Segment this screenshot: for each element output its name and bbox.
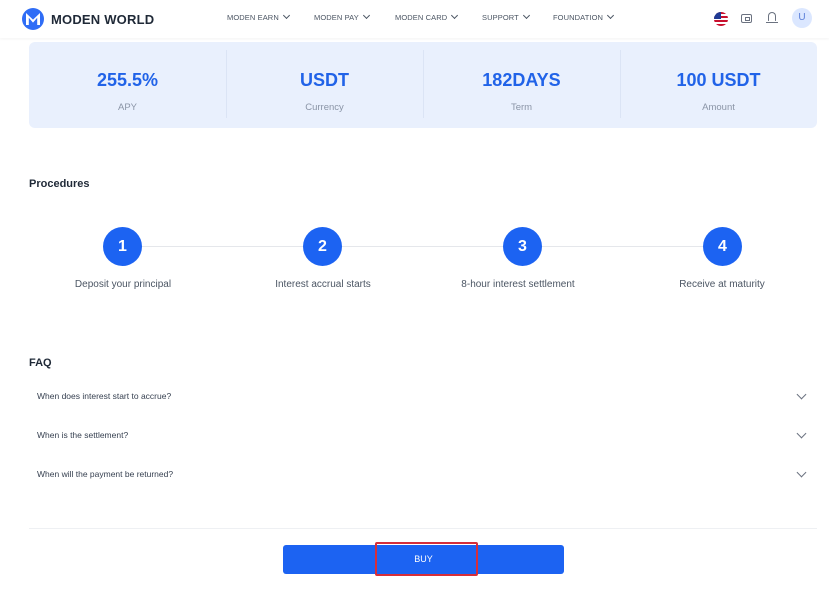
nav-support[interactable]: SUPPORT — [482, 11, 530, 22]
nav-support-label: SUPPORT — [482, 13, 519, 22]
stat-value: USDT — [300, 70, 349, 90]
chevron-down-icon — [522, 11, 530, 20]
procedures-title: Procedures — [29, 178, 90, 190]
nav-moden-pay-label: MODEN PAY — [314, 13, 359, 22]
nav-moden-card[interactable]: MODEN CARD — [395, 11, 459, 22]
stat-amount: 100 USDT Amount — [620, 42, 817, 128]
wallet-icon[interactable] — [741, 14, 752, 23]
chevron-down-icon[interactable] — [796, 467, 807, 478]
faq-item[interactable]: When does interest start to accrue? — [29, 379, 817, 417]
step-connector — [342, 246, 503, 247]
faq-item[interactable]: When is the settlement? — [29, 418, 817, 456]
stat-currency: USDT Currency — [226, 42, 423, 128]
stat-label: APY — [117, 102, 137, 113]
us-flag-icon[interactable] — [714, 12, 728, 26]
chevron-down-icon — [606, 11, 615, 20]
stat-label: Currency — [305, 102, 344, 113]
faq-question: When is the settlement? — [37, 430, 129, 440]
brand-name: MODEN WORLD — [51, 11, 155, 27]
faq-question: When does interest start to accrue? — [37, 391, 172, 401]
nav-moden-earn[interactable]: MODEN EARN — [227, 11, 290, 22]
divider — [29, 528, 817, 529]
faq-question: When will the payment be returned? — [37, 469, 174, 479]
product-stats-card: 255.5% APY USDT Currency 182DAYS Term 10… — [29, 42, 817, 128]
step-number-4: 4 — [703, 227, 742, 266]
stat-label: Term — [510, 102, 533, 113]
chevron-down-icon[interactable] — [796, 428, 807, 439]
brand-logo[interactable]: MODEN WORLD — [22, 8, 154, 30]
chevron-down-icon[interactable] — [796, 389, 807, 400]
step-number-1: 1 — [103, 227, 142, 266]
step-label-2: Interest accrual starts — [275, 279, 371, 290]
nav-moden-card-label: MODEN CARD — [395, 13, 448, 22]
stat-value: 182DAYS — [482, 70, 561, 90]
step-label-1: Deposit your principal — [74, 279, 172, 290]
avatar[interactable]: U — [792, 8, 812, 28]
chevron-down-icon — [451, 11, 459, 20]
logo-icon — [22, 8, 44, 30]
buy-button[interactable]: BUY — [283, 545, 564, 574]
top-header: MODEN WORLD MODEN EARN MODEN PAY MODEN C… — [0, 0, 829, 38]
stat-value: 255.5% — [96, 70, 159, 90]
stat-term: 182DAYS Term — [423, 42, 620, 128]
nav-moden-pay[interactable]: MODEN PAY — [314, 11, 370, 22]
stat-value: 100 USDT — [676, 70, 761, 90]
chevron-down-icon — [282, 11, 290, 20]
faq-title: FAQ — [29, 357, 52, 369]
step-number-3: 3 — [503, 227, 542, 266]
bell-icon[interactable] — [766, 12, 778, 23]
step-label-4: Receive at maturity — [679, 279, 765, 290]
nav-foundation[interactable]: FOUNDATION — [553, 11, 615, 22]
stat-label: Amount — [702, 102, 735, 113]
stat-apy: 255.5% APY — [29, 42, 226, 128]
faq-item[interactable]: When will the payment be returned? — [29, 457, 817, 495]
step-number-2: 2 — [303, 227, 342, 266]
step-connector — [542, 246, 703, 247]
step-label-3: 8-hour interest settlement — [461, 279, 575, 290]
nav-moden-earn-label: MODEN EARN — [227, 13, 279, 22]
step-connector — [142, 246, 303, 247]
chevron-down-icon — [362, 11, 370, 20]
nav-foundation-label: FOUNDATION — [553, 13, 604, 22]
